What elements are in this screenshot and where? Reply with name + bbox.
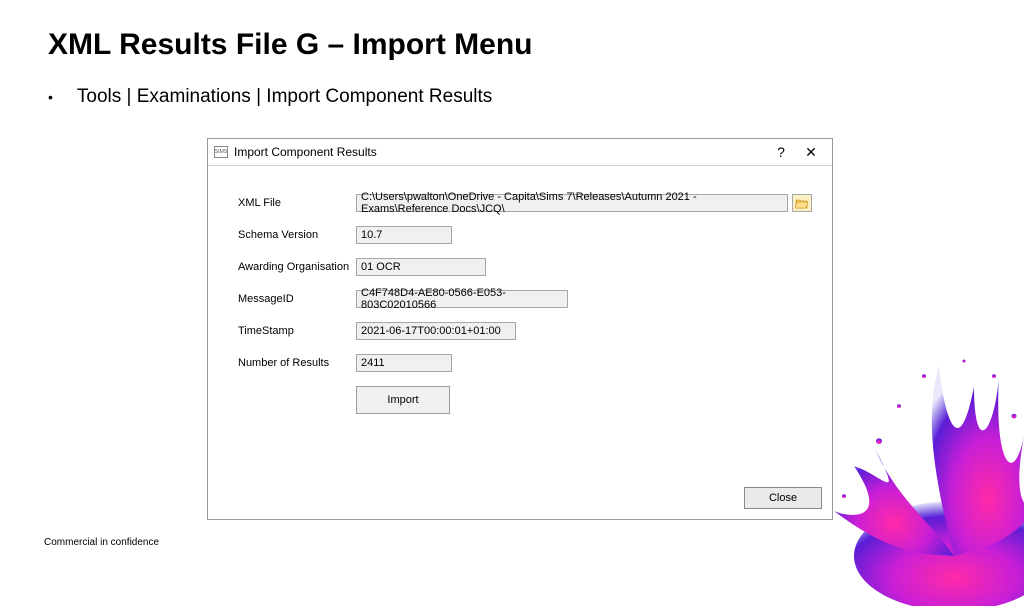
window-close-button[interactable]: ✕ xyxy=(796,144,826,161)
row-timestamp: TimeStamp 2021-06-17T00:00:01+01:00 xyxy=(238,322,814,340)
label-timestamp: TimeStamp xyxy=(238,325,356,337)
msgid-field: C4F748D4-AE80-0566-E053-803C02010566 xyxy=(356,290,568,308)
timestamp-field: 2021-06-17T00:00:01+01:00 xyxy=(356,322,516,340)
breadcrumb: • Tools | Examinations | Import Componen… xyxy=(48,86,492,108)
award-field: 01 OCR xyxy=(356,258,486,276)
app-icon: SIMS xyxy=(214,146,228,158)
label-msgid: MessageID xyxy=(238,293,356,305)
dialog-title: Import Component Results xyxy=(234,145,766,159)
dialog-body: XML File C:\Users\pwalton\OneDrive - Cap… xyxy=(208,166,832,424)
help-button[interactable]: ? xyxy=(766,144,796,160)
label-count: Number of Results xyxy=(238,357,356,369)
schema-field: 10.7 xyxy=(356,226,452,244)
row-xml-file: XML File C:\Users\pwalton\OneDrive - Cap… xyxy=(238,194,814,212)
row-count: Number of Results 2411 xyxy=(238,354,814,372)
row-schema: Schema Version 10.7 xyxy=(238,226,814,244)
label-award: Awarding Organisation xyxy=(238,261,356,273)
row-msgid: MessageID C4F748D4-AE80-0566-E053-803C02… xyxy=(238,290,814,308)
dialog-titlebar: SIMS Import Component Results ? ✕ xyxy=(208,139,832,165)
label-xml-file: XML File xyxy=(238,197,356,209)
import-dialog: SIMS Import Component Results ? ✕ XML Fi… xyxy=(207,138,833,520)
browse-button[interactable] xyxy=(792,194,812,212)
label-schema: Schema Version xyxy=(238,229,356,241)
slide-title: XML Results File G – Import Menu xyxy=(48,28,533,62)
footer-text: Commercial in confidence xyxy=(44,537,159,548)
bullet-icon: • xyxy=(48,89,53,105)
folder-open-icon xyxy=(795,197,809,209)
row-award: Awarding Organisation 01 OCR xyxy=(238,258,814,276)
xml-file-field: C:\Users\pwalton\OneDrive - Capita\Sims … xyxy=(356,194,788,212)
import-button[interactable]: Import xyxy=(356,386,450,414)
breadcrumb-text: Tools | Examinations | Import Component … xyxy=(77,86,492,108)
close-button[interactable]: Close xyxy=(744,487,822,509)
count-field: 2411 xyxy=(356,354,452,372)
